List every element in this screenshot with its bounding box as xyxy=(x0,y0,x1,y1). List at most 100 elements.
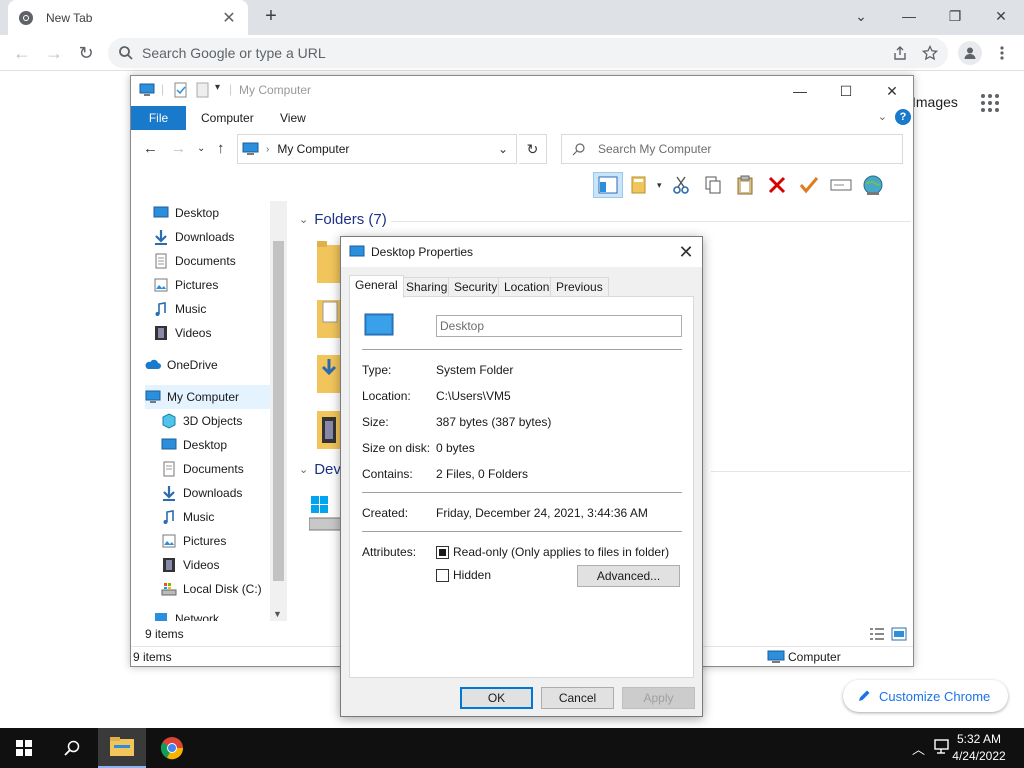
nav-item-desktop[interactable]: Desktop xyxy=(161,433,287,457)
tray-clock[interactable]: 5:32 AM 4/24/2022 xyxy=(944,731,1014,765)
nav-item-videos[interactable]: Videos xyxy=(153,321,287,345)
tab-close-icon[interactable]: ✕ xyxy=(220,8,238,28)
properties-dropdown-icon[interactable]: ▾ xyxy=(657,180,662,191)
nav-item-desktop-pinned[interactable]: Desktop 📌 xyxy=(153,201,287,225)
desktop-icon xyxy=(161,438,177,450)
paste-icon[interactable] xyxy=(730,172,760,198)
explorer-minimize-button[interactable]: — xyxy=(777,76,823,106)
nav-item-network[interactable]: Network xyxy=(153,607,287,621)
copy-icon[interactable] xyxy=(698,172,728,198)
address-dropdown-icon[interactable]: ⌄ xyxy=(498,142,508,156)
back-button[interactable]: ← xyxy=(8,39,36,67)
bookmark-star-icon[interactable] xyxy=(920,43,940,63)
downloads-folder-icon[interactable] xyxy=(317,353,341,393)
google-apps-icon[interactable] xyxy=(980,93,1000,113)
ribbon-tab-view[interactable]: View xyxy=(266,106,320,130)
chrome-menu-icon[interactable] xyxy=(992,43,1012,63)
details-view-icon[interactable] xyxy=(869,627,885,641)
up-button[interactable]: ↑ xyxy=(217,140,225,157)
network-globe-icon[interactable] xyxy=(858,172,888,198)
restore-button[interactable]: ❐ xyxy=(932,0,978,32)
properties-icon[interactable] xyxy=(625,172,655,198)
nav-item-label: Downloads xyxy=(175,230,235,244)
explorer-back-button[interactable]: ← xyxy=(143,140,158,157)
forward-button[interactable]: → xyxy=(40,39,68,67)
explorer-search-input[interactable]: Search My Computer xyxy=(561,134,903,164)
tab-search-icon[interactable]: ⌄ xyxy=(838,0,884,32)
collapse-chevron-icon: ⌄ xyxy=(299,214,309,226)
documents-folder-icon[interactable] xyxy=(317,298,341,338)
readonly-checkbox[interactable] xyxy=(436,546,449,559)
reload-button[interactable]: ↻ xyxy=(72,39,100,67)
close-window-button[interactable]: ✕ xyxy=(978,0,1024,32)
tab-general[interactable]: General xyxy=(349,275,404,298)
taskbar-file-explorer[interactable] xyxy=(98,728,146,768)
local-disk-drive-icon[interactable] xyxy=(309,496,343,532)
tab-sharing[interactable]: Sharing xyxy=(400,277,454,297)
cancel-button[interactable]: Cancel xyxy=(541,687,614,709)
ribbon-tab-file[interactable]: File xyxy=(131,106,186,130)
tray-overflow-icon[interactable]: ︿ xyxy=(912,739,925,758)
properties-qa-icon[interactable] xyxy=(173,82,189,98)
folder-icon[interactable] xyxy=(317,241,341,285)
nav-item-pictures-pinned[interactable]: Pictures 📌 xyxy=(153,273,287,297)
taskbar-chrome[interactable] xyxy=(148,728,196,768)
images-link[interactable]: Images xyxy=(912,94,958,110)
nav-item-documents[interactable]: Documents xyxy=(161,457,287,481)
nav-item-documents-pinned[interactable]: Documents 📌 xyxy=(153,249,287,273)
recent-locations-chevron-icon[interactable]: ⌄ xyxy=(197,143,205,154)
customize-chrome-button[interactable]: Customize Chrome xyxy=(843,680,1008,712)
start-button[interactable] xyxy=(0,728,48,768)
nav-item-music[interactable]: Music xyxy=(153,297,287,321)
new-folder-qa-icon[interactable] xyxy=(195,82,211,98)
refresh-icon[interactable]: ↻ xyxy=(519,134,547,164)
tab-location[interactable]: Location xyxy=(498,277,556,297)
apply-button[interactable]: Apply xyxy=(622,687,695,709)
devices-group-header[interactable]: ⌄ Devi xyxy=(299,461,344,478)
tab-previous-versions[interactable]: Previous Versions xyxy=(550,277,609,312)
nav-scrollbar-thumb[interactable] xyxy=(273,241,284,581)
dialog-close-icon[interactable]: ✕ xyxy=(674,241,698,263)
tab-security[interactable]: Security xyxy=(448,277,504,297)
folders-group-header[interactable]: ⌄ Folders (7) xyxy=(299,211,387,228)
large-icons-view-icon[interactable] xyxy=(891,627,907,641)
nav-item-videos-2[interactable]: Videos xyxy=(161,553,287,577)
nav-item-3d-objects[interactable]: 3D Objects xyxy=(161,409,287,433)
checkmark-icon[interactable] xyxy=(794,172,824,198)
advanced-button[interactable]: Advanced... xyxy=(577,565,680,587)
nav-item-downloads-pinned[interactable]: Downloads 📌 xyxy=(153,225,287,249)
qa-customize-icon[interactable]: ▾ xyxy=(215,82,220,93)
nav-item-my-computer[interactable]: My Computer xyxy=(145,385,270,409)
qa-separator-2: | xyxy=(229,82,233,96)
new-tab-button[interactable]: + xyxy=(260,5,282,27)
nav-pane-scrollbar[interactable]: ▼ xyxy=(270,201,287,621)
address-box[interactable]: › My Computer ⌄ xyxy=(237,134,517,164)
nav-item-pictures[interactable]: Pictures xyxy=(161,529,287,553)
nav-item-local-disk[interactable]: Local Disk (C:) xyxy=(161,577,287,601)
omnibox[interactable]: Search Google or type a URL xyxy=(108,38,948,68)
taskbar-search-button[interactable] xyxy=(48,728,96,768)
nav-item-music-2[interactable]: Music xyxy=(161,505,287,529)
preview-pane-icon[interactable] xyxy=(593,172,623,198)
minimize-button[interactable]: — xyxy=(886,0,932,32)
cut-icon[interactable] xyxy=(666,172,696,198)
help-icon[interactable]: ? xyxy=(895,109,911,125)
ribbon-expand-chevron-icon[interactable]: ⌄ xyxy=(878,110,887,123)
nav-item-downloads[interactable]: Downloads xyxy=(161,481,287,505)
pictures-icon xyxy=(162,534,176,548)
delete-icon[interactable] xyxy=(762,172,792,198)
share-icon[interactable] xyxy=(890,43,910,63)
chrome-tab-new-tab[interactable]: New Tab ✕ xyxy=(8,0,248,35)
profile-avatar-icon[interactable] xyxy=(958,41,982,65)
rename-icon[interactable] xyxy=(826,172,856,198)
hidden-checkbox[interactable] xyxy=(436,569,449,582)
ribbon-tab-computer[interactable]: Computer xyxy=(187,106,268,130)
ok-button[interactable]: OK xyxy=(460,687,533,709)
folder-name-field[interactable] xyxy=(436,315,682,337)
nav-item-onedrive[interactable]: OneDrive xyxy=(145,353,283,377)
explorer-close-button[interactable]: ✕ xyxy=(869,76,915,106)
explorer-maximize-button[interactable]: ☐ xyxy=(823,76,869,106)
videos-folder-icon[interactable] xyxy=(317,409,341,449)
explorer-forward-button[interactable]: → xyxy=(171,140,186,157)
scroll-down-icon[interactable]: ▼ xyxy=(273,609,282,619)
